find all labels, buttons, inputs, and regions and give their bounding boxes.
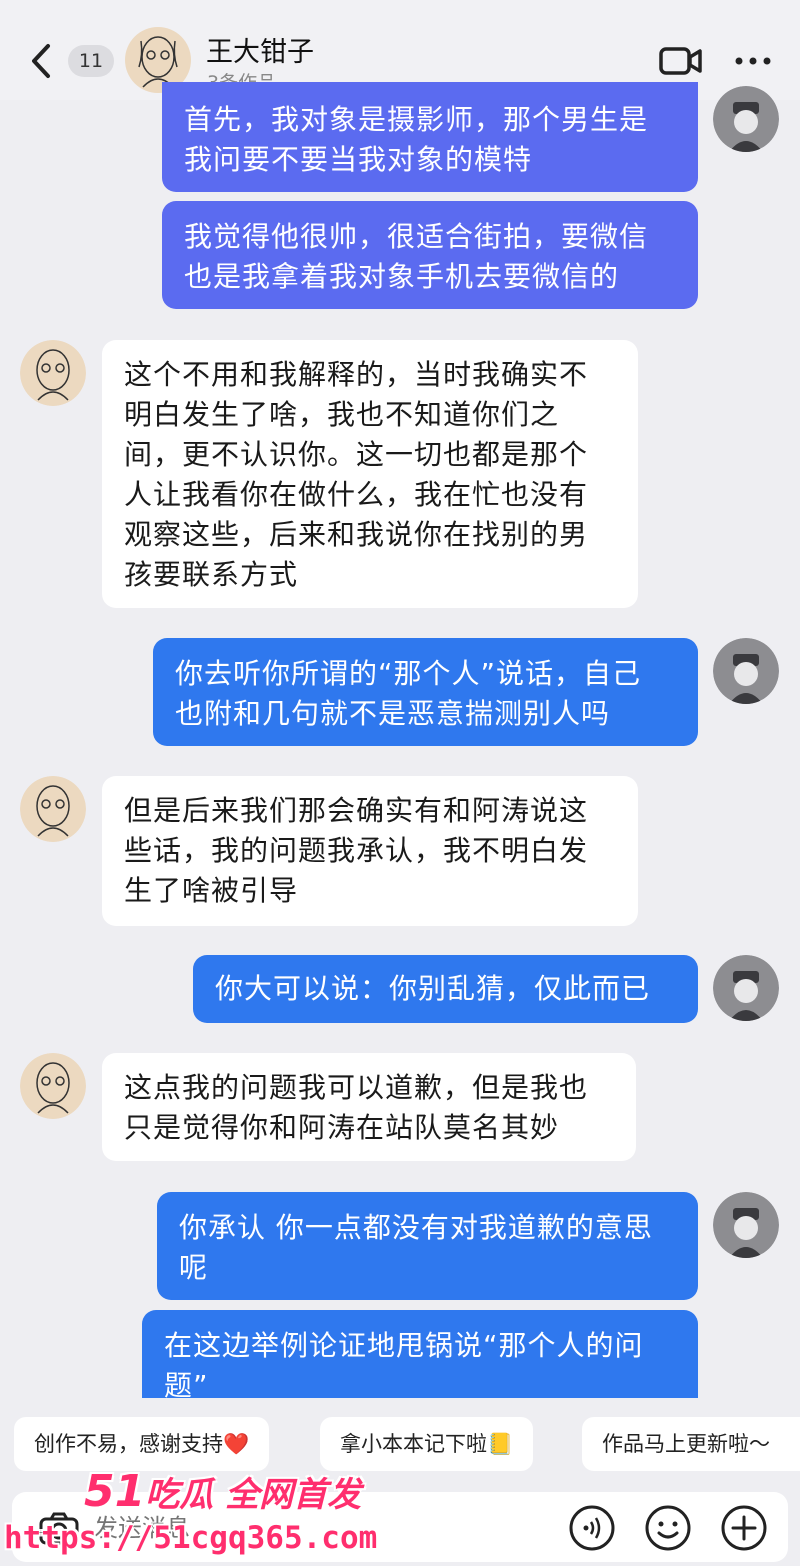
message-line: 呢	[179, 1251, 209, 1284]
watermark-brand: 51吃瓜 全网首发	[84, 1466, 361, 1517]
incoming-message[interactable]: 这点我的问题我可以道歉，但是我也 只是觉得你和阿涛在站队莫名其妙	[102, 1053, 636, 1161]
back-icon[interactable]	[26, 40, 56, 82]
voice-icon[interactable]	[568, 1504, 616, 1552]
message-line: 也是我拿着我对象手机去要微信的	[184, 260, 620, 293]
message-line: 在这边举例论证地甩锅说“那个人的问	[164, 1329, 644, 1362]
message-line: 但是后来我们那会确实有和阿涛说这	[124, 794, 589, 827]
outgoing-message[interactable]: 我觉得他很帅，很适合街拍，要微信 也是我拿着我对象手机去要微信的	[162, 201, 698, 309]
incoming-message[interactable]: 但是后来我们那会确实有和阿涛说这 些话，我的问题我承认，我不明白发 生了啥被引导	[102, 776, 638, 926]
message-line: 我觉得他很帅，很适合街拍，要微信	[184, 220, 649, 253]
emoji-icon[interactable]	[644, 1504, 692, 1552]
watermark-brand-text: 吃瓜 全网首发	[145, 1475, 362, 1515]
my-avatar[interactable]	[713, 86, 779, 152]
quick-reply-chip[interactable]: 拿小本本记下啦📒	[320, 1417, 534, 1471]
contact-name[interactable]: 王大钳子	[206, 30, 314, 69]
quick-reply-chip[interactable]: 创作不易，感谢支持❤️	[14, 1417, 270, 1471]
my-avatar[interactable]	[713, 638, 779, 704]
outgoing-message[interactable]: 在这边举例论证地甩锅说“那个人的问 题”	[142, 1310, 698, 1398]
message-line: 这点我的问题我可以道歉，但是我也	[124, 1071, 589, 1104]
message-line: 孩要联系方式	[124, 558, 299, 591]
message-line: 首先，我对象是摄影师，那个男生是	[184, 103, 649, 136]
message-line: 人让我看你在做什么，我在忙也没有	[124, 478, 589, 511]
contact-avatar[interactable]	[20, 776, 86, 842]
message-line: 你去听你所谓的“那个人”说话，自己	[175, 657, 642, 690]
message-line: 这个不用和我解释的，当时我确实不	[124, 358, 589, 391]
message-line: 你大可以说：你别乱猜，仅此而已	[215, 972, 651, 1005]
plus-icon[interactable]	[720, 1504, 768, 1552]
message-line: 也附和几句就不是恶意揣测别人吗	[175, 697, 611, 730]
video-call-icon[interactable]	[658, 44, 704, 78]
message-line: 只是觉得你和阿涛在站队莫名其妙	[124, 1111, 560, 1144]
unread-badge[interactable]: 11	[68, 45, 114, 77]
contact-avatar[interactable]	[20, 1053, 86, 1119]
outgoing-message[interactable]: 你大可以说：你别乱猜，仅此而已	[193, 955, 698, 1023]
contact-avatar[interactable]	[20, 340, 86, 406]
quick-reply-chip[interactable]: 作品马上更新啦～	[582, 1417, 800, 1471]
watermark-brand-number: 51	[84, 1466, 146, 1517]
outgoing-message[interactable]: 你承认 你一点都没有对我道歉的意思 呢	[157, 1192, 698, 1300]
outgoing-message[interactable]: 你去听你所谓的“那个人”说话，自己 也附和几句就不是恶意揣测别人吗	[153, 638, 698, 746]
message-line: 观察这些，后来和我说你在找别的男	[124, 518, 589, 551]
my-avatar[interactable]	[713, 1192, 779, 1258]
message-line: 明白发生了啥，我也不知道你们之	[124, 398, 560, 431]
message-line: 我问要不要当我对象的模特	[184, 143, 533, 176]
my-avatar[interactable]	[713, 955, 779, 1021]
message-line: 间，更不认识你。这一切也都是那个	[124, 438, 589, 471]
message-line: 题”	[164, 1369, 209, 1398]
outgoing-message[interactable]: 首先，我对象是摄影师，那个男生是 我问要不要当我对象的模特	[162, 82, 698, 192]
message-line: 你承认 你一点都没有对我道歉的意思	[179, 1211, 653, 1244]
watermark-url: https://51cgq365.com	[4, 1520, 378, 1556]
message-line: 生了啥被引导	[124, 874, 299, 907]
more-icon[interactable]	[732, 48, 774, 74]
message-line: 些话，我的问题我承认，我不明白发	[124, 834, 589, 867]
incoming-message[interactable]: 这个不用和我解释的，当时我确实不 明白发生了啥，我也不知道你们之 间，更不认识你…	[102, 340, 638, 608]
